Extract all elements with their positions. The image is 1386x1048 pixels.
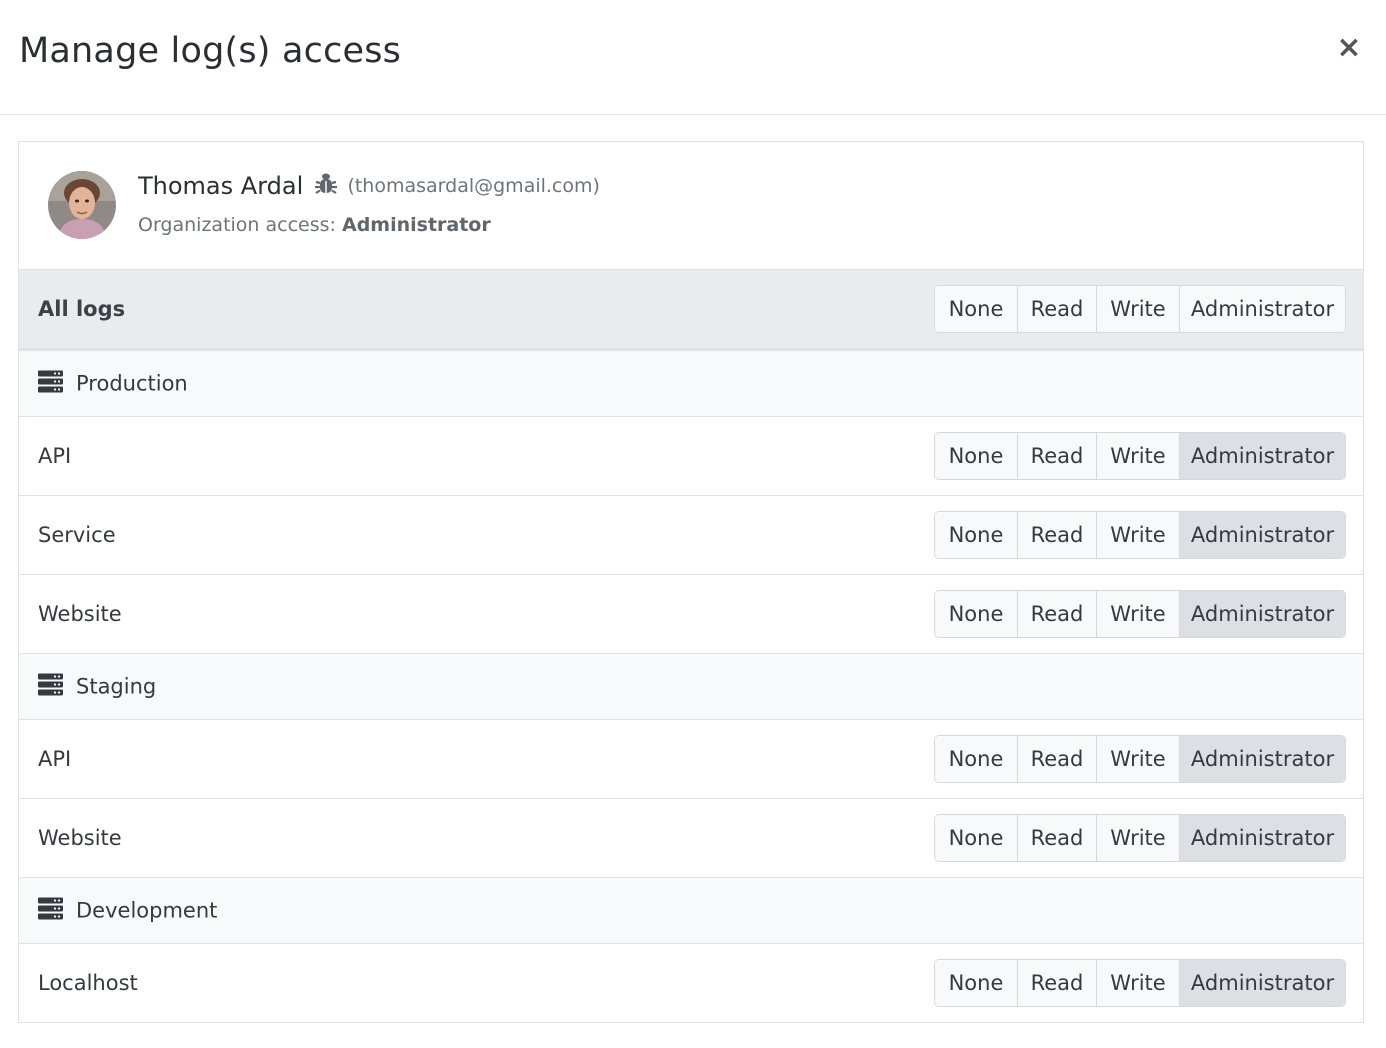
log-row: Website None Read Write Administrator <box>19 575 1363 654</box>
access-level-toggle: None Read Write Administrator <box>934 959 1346 1007</box>
user-name: Thomas Ardal <box>138 172 304 200</box>
environment-group-row: Staging <box>19 654 1363 720</box>
all-logs-label: All logs <box>38 297 126 321</box>
access-none-button[interactable]: None <box>935 286 1018 332</box>
modal-title: Manage log(s) access <box>19 31 402 71</box>
organization-access-value: Administrator <box>341 214 491 236</box>
server-icon <box>38 370 63 397</box>
access-administrator-button[interactable]: Administrator <box>1180 736 1345 782</box>
server-icon <box>38 897 63 924</box>
log-row: API None Read Write Administrator <box>19 417 1363 496</box>
server-icon <box>38 673 63 700</box>
access-none-button[interactable]: None <box>935 815 1018 861</box>
environment-group-row: Production <box>19 351 1363 417</box>
access-administrator-button[interactable]: Administrator <box>1180 960 1345 1006</box>
organization-access-label: Organization access: <box>138 214 336 236</box>
access-write-button[interactable]: Write <box>1097 433 1180 479</box>
access-write-button[interactable]: Write <box>1097 591 1180 637</box>
access-read-button[interactable]: Read <box>1018 591 1097 637</box>
access-write-button[interactable]: Write <box>1097 286 1180 332</box>
access-none-button[interactable]: None <box>935 736 1018 782</box>
environment-group-header: Staging <box>38 673 156 700</box>
avatar <box>48 171 116 239</box>
access-none-button[interactable]: None <box>935 960 1018 1006</box>
access-level-toggle: None Read Write Administrator <box>934 511 1346 559</box>
access-read-button[interactable]: Read <box>1018 736 1097 782</box>
access-write-button[interactable]: Write <box>1097 815 1180 861</box>
access-administrator-button[interactable]: Administrator <box>1180 286 1345 332</box>
access-administrator-button[interactable]: Administrator <box>1180 591 1345 637</box>
user-email: (thomasardal@gmail.com) <box>347 175 600 197</box>
access-panel: Thomas Ardal (thomasardal@gmail.com) Org… <box>18 141 1364 1023</box>
access-read-button[interactable]: Read <box>1018 286 1097 332</box>
access-administrator-button[interactable]: Administrator <box>1180 433 1345 479</box>
access-rows: All logs None Read Write Administrator Produc… <box>19 270 1363 1023</box>
access-administrator-button[interactable]: Administrator <box>1180 815 1345 861</box>
access-write-button[interactable]: Write <box>1097 736 1180 782</box>
access-read-button[interactable]: Read <box>1018 433 1097 479</box>
environment-name: Production <box>76 371 188 396</box>
access-read-button[interactable]: Read <box>1018 960 1097 1006</box>
all-logs-row: All logs None Read Write Administrator <box>19 270 1363 351</box>
access-read-button[interactable]: Read <box>1018 815 1097 861</box>
log-row: Localhost None Read Write Administrator <box>19 944 1363 1023</box>
access-none-button[interactable]: None <box>935 512 1018 558</box>
environment-group-header: Development <box>38 897 217 924</box>
log-name: Website <box>38 826 122 850</box>
bug-icon <box>314 172 338 200</box>
log-row: API None Read Write Administrator <box>19 720 1363 799</box>
access-none-button[interactable]: None <box>935 591 1018 637</box>
environment-name: Development <box>76 898 218 923</box>
environment-group-row: Development <box>19 878 1363 944</box>
log-name: Localhost <box>38 971 138 995</box>
access-level-toggle: None Read Write Administrator <box>934 432 1346 480</box>
access-level-toggle: None Read Write Administrator <box>934 285 1346 333</box>
access-write-button[interactable]: Write <box>1097 512 1180 558</box>
access-administrator-button[interactable]: Administrator <box>1180 512 1345 558</box>
log-name: API <box>38 747 72 771</box>
log-name: API <box>38 444 72 468</box>
log-name: Website <box>38 602 122 626</box>
access-read-button[interactable]: Read <box>1018 512 1097 558</box>
environment-name: Staging <box>76 674 157 699</box>
close-icon[interactable]: × <box>1334 30 1364 66</box>
log-row: Service None Read Write Administrator <box>19 496 1363 575</box>
access-level-toggle: None Read Write Administrator <box>934 814 1346 862</box>
log-row: Website None Read Write Administrator <box>19 799 1363 878</box>
organization-access: Organization access: Administrator <box>138 214 491 236</box>
modal-header: Manage log(s) access × <box>0 0 1386 115</box>
user-card: Thomas Ardal (thomasardal@gmail.com) Org… <box>19 142 1363 270</box>
access-level-toggle: None Read Write Administrator <box>934 590 1346 638</box>
log-name: Service <box>38 523 116 547</box>
environment-group-header: Production <box>38 370 188 397</box>
access-write-button[interactable]: Write <box>1097 960 1180 1006</box>
access-level-toggle: None Read Write Administrator <box>934 735 1346 783</box>
access-none-button[interactable]: None <box>935 433 1018 479</box>
